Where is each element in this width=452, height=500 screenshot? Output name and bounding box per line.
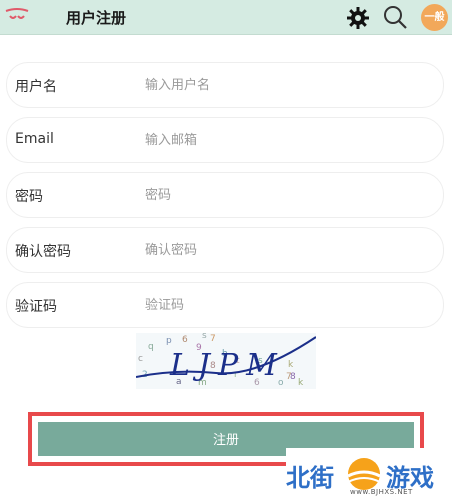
captcha-noise-char: 8	[290, 372, 296, 382]
watermark-left-text: 北街	[286, 464, 334, 492]
password-input[interactable]	[145, 182, 425, 208]
username-input[interactable]	[145, 72, 425, 98]
captcha-noise-char: 7	[210, 334, 216, 344]
password-row: 密码	[6, 172, 444, 218]
watermark-url: www.BJHXS.NET	[350, 488, 413, 496]
captcha-noise-char: p	[166, 336, 172, 346]
captcha-noise-char: c	[138, 354, 143, 364]
email-row: Email	[6, 117, 444, 163]
confirm-password-label: 确认密码	[15, 244, 71, 260]
avatar[interactable]: 一般	[421, 4, 448, 31]
search-icon[interactable]	[382, 4, 408, 30]
watermark: 北街 游戏 www.BJHXS.NET	[286, 448, 452, 500]
gear-icon[interactable]	[346, 6, 370, 30]
captcha-image[interactable]: p 6 s 7 q 9 c h 2 8 a m t r s k 6 o k 7 …	[136, 333, 316, 389]
captcha-label: 验证码	[15, 299, 57, 315]
confirm-password-input[interactable]	[145, 237, 425, 263]
logo-icon[interactable]	[4, 7, 30, 25]
captcha-noise-char: s	[202, 333, 207, 341]
username-row: 用户名	[6, 62, 444, 108]
captcha-noise-char: q	[148, 342, 154, 352]
captcha-text: LJPM	[169, 348, 285, 383]
username-label: 用户名	[15, 79, 57, 95]
confirm-password-row: 确认密码	[6, 227, 444, 273]
captcha-input[interactable]	[145, 292, 425, 318]
captcha-noise-char: k	[298, 378, 304, 388]
password-label: 密码	[15, 189, 43, 205]
captcha-row: 验证码	[6, 282, 444, 328]
captcha-noise-char: 6	[182, 335, 188, 345]
email-label: Email	[15, 131, 54, 147]
email-input[interactable]	[145, 127, 425, 153]
captcha-noise-char: k	[288, 360, 294, 370]
top-bar: 用户注册 一般	[0, 0, 452, 35]
page-title: 用户注册	[66, 9, 127, 27]
